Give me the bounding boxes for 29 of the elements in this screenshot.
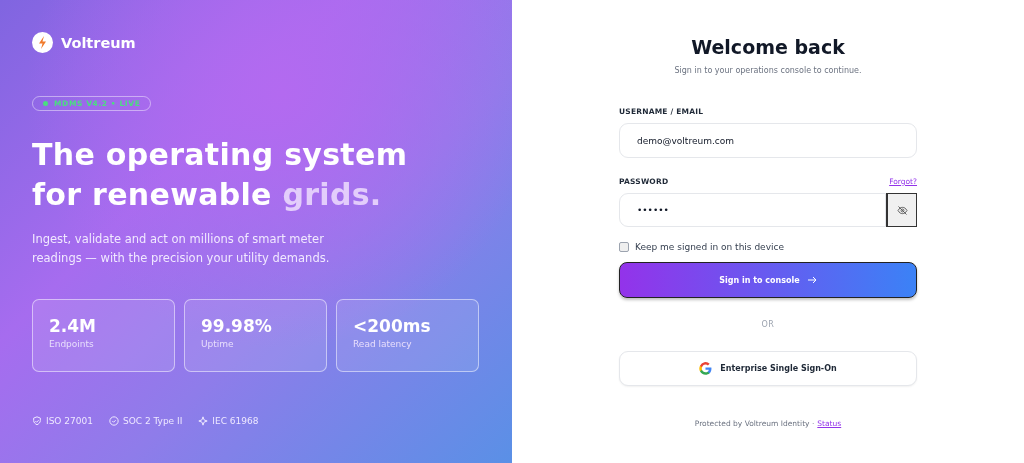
divider-text: OR [761,320,775,329]
description: Ingest, validate and act on millions of smart meter readings — with the precision your utility demands. [32,231,331,267]
stat-value: <200ms [353,316,431,336]
stat-label: Uptime [201,339,234,349]
stat-value: 2.4M [49,316,97,336]
sign-in-button[interactable]: Sign in to console [619,262,917,298]
brand-name: Voltreum [61,34,136,51]
check-circle-icon [108,416,119,426]
sso-button[interactable]: Enterprise Single Sign-On [619,351,917,386]
remember-label: Keep me signed in on this device [635,242,784,252]
shield-icon [32,416,42,426]
stat-label: Endpoints [49,339,94,349]
certification-label: IEC 61968 [212,416,259,426]
stat-label: Read latency [353,339,412,349]
headline: The operating system for renewable grids. [32,136,409,214]
google-logo-icon [699,362,713,375]
logo-icon [32,32,53,53]
arrow-right-icon [807,276,817,284]
certification-label: SOC 2 Type II [122,416,183,426]
welcome-title: Welcome back [691,36,845,58]
toggle-visibility-button[interactable] [886,193,917,227]
password-field[interactable]: •••••• [619,193,886,227]
stat-value: 99.98% [201,316,272,336]
eye-slash-icon [896,205,908,215]
sparkle-icon [198,416,209,426]
certification-label: ISO 27001 [46,416,93,426]
subtitle: Sign in to your operations console to continue. [674,66,862,75]
username-field[interactable]: demo@voltreum.com [619,123,917,158]
remember-checkbox[interactable] [619,242,629,252]
